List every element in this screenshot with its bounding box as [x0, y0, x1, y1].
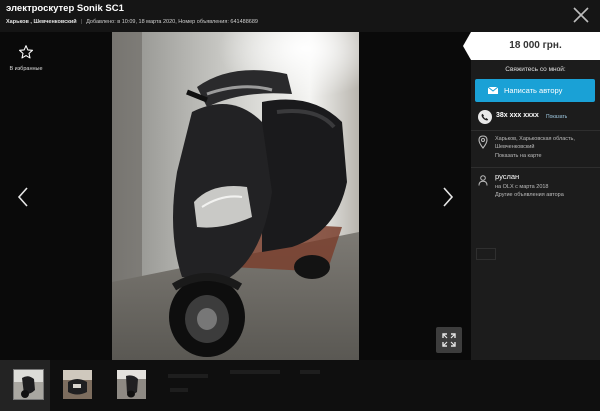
user-since: на OLX с марта 2018 — [495, 184, 549, 190]
ad-number: 641488689 — [230, 19, 258, 25]
phone-number: 38x xxx xxxx — [496, 112, 539, 119]
favorite-label: В избранные — [9, 66, 43, 72]
user-name[interactable]: руслан — [495, 172, 519, 181]
chevron-left-icon[interactable] — [16, 186, 30, 208]
thumbnail-2[interactable] — [63, 370, 92, 399]
favorite-button[interactable]: В избранные — [6, 44, 46, 72]
divider — [471, 130, 600, 131]
phone-icon — [478, 110, 492, 124]
star-icon — [18, 45, 33, 59]
price-tag: 18 000 грн. — [463, 32, 600, 60]
price-value: 18 000 грн. — [509, 40, 562, 51]
user-icon — [478, 175, 488, 186]
write-author-label: Написать автору — [504, 86, 563, 95]
map-pin-icon — [478, 135, 488, 149]
ad-added-date: Добавлено: в 10:09, 18 марта 2020, — [86, 19, 177, 25]
show-phone-link[interactable]: Показать — [546, 114, 567, 120]
envelope-icon — [488, 87, 498, 94]
show-on-map-link[interactable]: Показать на карте — [495, 153, 542, 159]
expand-button[interactable] — [436, 327, 462, 353]
expand-icon — [442, 333, 456, 347]
close-icon[interactable] — [572, 6, 590, 24]
thumbnail-1[interactable] — [13, 369, 44, 400]
ad-title: электроскутер Sonik SC1 — [6, 3, 124, 14]
other-ads-link[interactable]: Другие объявления автора — [495, 192, 564, 198]
ad-location: Харьков , Шевченковский — [6, 19, 77, 25]
top-bar: электроскутер Sonik SC1 Харьков , Шевчен… — [0, 0, 600, 32]
phone-row: 38x xxx xxxx Показать — [478, 110, 596, 126]
main-photo[interactable] — [112, 32, 359, 360]
ad-meta: Харьков , Шевченковский | Добавлено: в 10:… — [6, 19, 258, 25]
contact-label: Свяжитесь со мной: — [505, 66, 566, 73]
background-element — [476, 248, 496, 260]
location-text: Харьков, Харьковская область, Шевченковс… — [495, 136, 575, 150]
write-author-button[interactable]: Написать автору — [475, 79, 595, 102]
thumbnail-3[interactable] — [117, 370, 146, 399]
chevron-right-icon[interactable] — [441, 186, 455, 208]
divider — [471, 167, 600, 168]
ad-number-label: Номер объявления: — [178, 19, 229, 25]
